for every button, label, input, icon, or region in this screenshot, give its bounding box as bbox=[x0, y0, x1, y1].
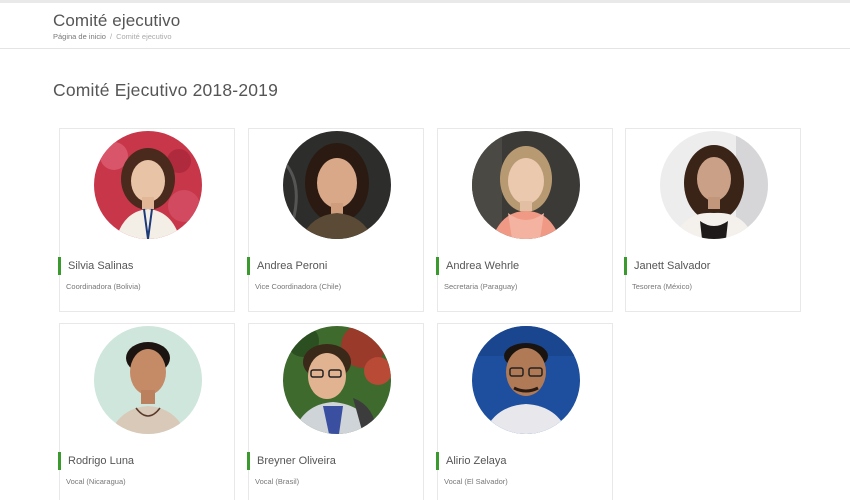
member-role: Vocal (Brasil) bbox=[255, 477, 300, 486]
member-role: Vocal (Nicaragua) bbox=[66, 477, 126, 486]
member-role: Coordinadora (Bolivia) bbox=[66, 282, 141, 291]
member-photo bbox=[472, 326, 580, 434]
member-card: Janett Salvador Tesorera (México) bbox=[624, 128, 801, 312]
member-photo bbox=[660, 131, 768, 239]
member-photo bbox=[94, 131, 202, 239]
member-role: Tesorera (México) bbox=[632, 282, 693, 291]
page-header: Comité ejecutivo Página de inicio / Comi… bbox=[0, 3, 850, 49]
member-name: Alirio Zelaya bbox=[436, 452, 507, 470]
member-name: Janett Salvador bbox=[624, 257, 710, 275]
breadcrumb-current: Comité ejecutivo bbox=[116, 32, 172, 41]
member-card: Andrea Peroni Vice Coordinadora (Chile) bbox=[247, 128, 424, 312]
member-card: Rodrigo Luna Vocal (Nicaragua) bbox=[58, 323, 235, 500]
member-photo bbox=[94, 326, 202, 434]
member-card: Andrea Wehrle Secretaria (Paraguay) bbox=[436, 128, 613, 312]
page-title: Comité ejecutivo bbox=[53, 11, 181, 30]
member-name: Andrea Peroni bbox=[247, 257, 327, 275]
member-photo bbox=[283, 326, 391, 434]
member-photo bbox=[472, 131, 580, 239]
member-name: Andrea Wehrle bbox=[436, 257, 519, 275]
member-role: Vocal (El Salvador) bbox=[444, 477, 508, 486]
member-name: Silvia Salinas bbox=[58, 257, 133, 275]
section-title: Comité Ejecutivo 2018-2019 bbox=[53, 80, 279, 100]
member-card: Alirio Zelaya Vocal (El Salvador) bbox=[436, 323, 613, 500]
member-name: Breyner Oliveira bbox=[247, 452, 336, 470]
member-photo bbox=[283, 131, 391, 239]
member-name: Rodrigo Luna bbox=[58, 452, 134, 470]
breadcrumb: Página de inicio / Comité ejecutivo bbox=[53, 32, 172, 41]
member-role: Vice Coordinadora (Chile) bbox=[255, 282, 342, 291]
breadcrumb-home-link[interactable]: Página de inicio bbox=[53, 32, 106, 41]
member-card: Silvia Salinas Coordinadora (Bolivia) bbox=[58, 128, 235, 312]
member-role: Secretaria (Paraguay) bbox=[444, 282, 518, 291]
breadcrumb-separator: / bbox=[109, 32, 113, 41]
member-card: Breyner Oliveira Vocal (Brasil) bbox=[247, 323, 424, 500]
